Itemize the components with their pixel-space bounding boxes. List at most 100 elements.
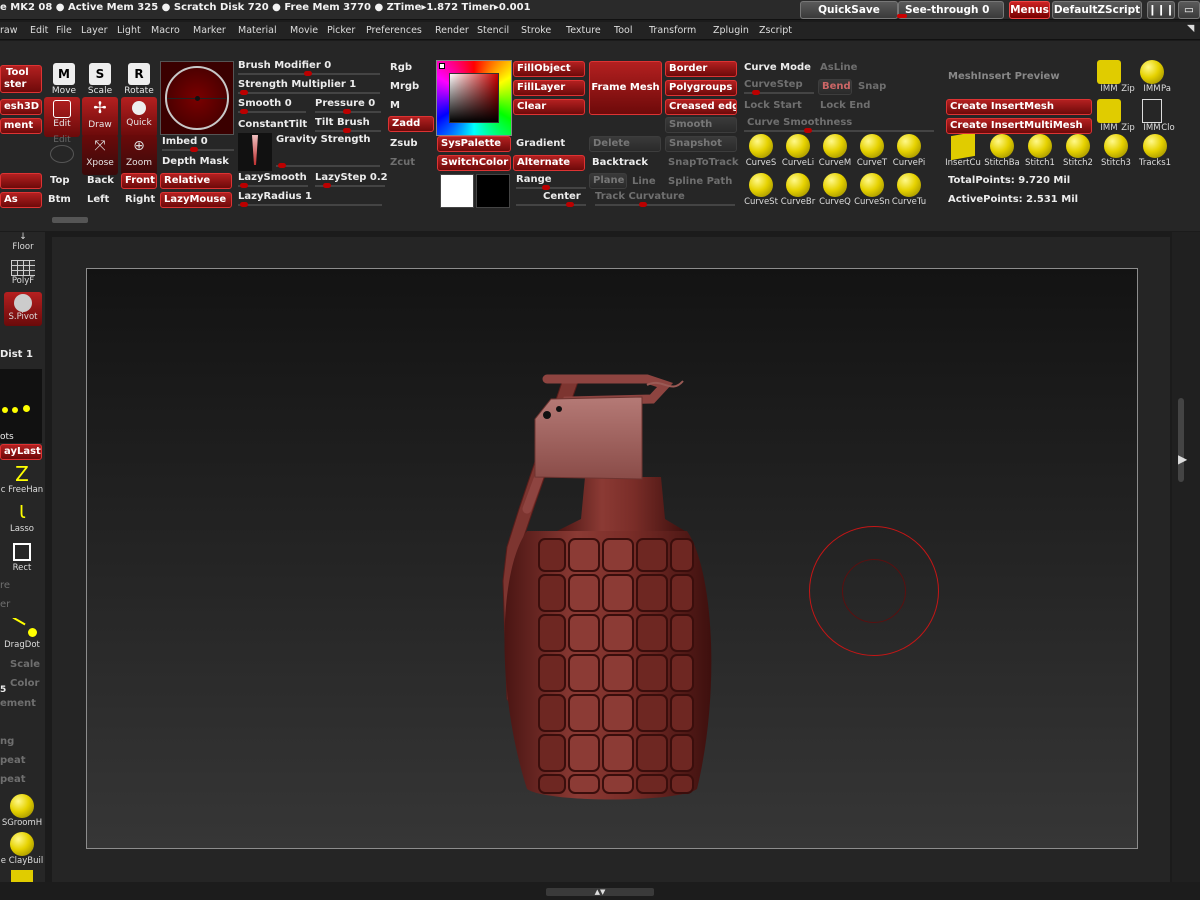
- floor-button[interactable]: ↓ Floor: [2, 232, 44, 252]
- lazyradius-slider[interactable]: LazyRadius 1: [238, 191, 312, 202]
- line-toggle[interactable]: Line: [632, 176, 656, 187]
- syspalette-button[interactable]: SysPalette: [437, 136, 511, 152]
- strength-multiplier-slider[interactable]: Strength Multiplier 1: [238, 79, 356, 90]
- tool-button[interactable]: Tool ster: [0, 65, 42, 93]
- border-button[interactable]: Border: [665, 61, 737, 77]
- sgroomh-brush[interactable]: SGroomH: [0, 794, 44, 828]
- brush-preview[interactable]: [160, 61, 234, 135]
- left-color-label[interactable]: Color: [10, 678, 39, 689]
- left-ng-label[interactable]: ng: [0, 736, 14, 747]
- menu-macro[interactable]: Macro: [151, 25, 180, 36]
- menus-button[interactable]: Menus: [1009, 1, 1050, 19]
- zsub-toggle[interactable]: Zsub: [390, 138, 417, 149]
- curve-brush-2[interactable]: CurveLi: [780, 134, 816, 168]
- quicksave-button[interactable]: QuickSave: [800, 1, 898, 19]
- curve-brush-4[interactable]: CurveT: [854, 134, 890, 168]
- brush-modifier-slider[interactable]: Brush Modifier 0: [238, 60, 331, 71]
- curve-brush-6[interactable]: CurveSt: [743, 173, 779, 207]
- menu-edit[interactable]: Edit: [30, 25, 48, 36]
- expand-tray-arrow-icon[interactable]: ▶: [1178, 452, 1187, 466]
- asline-toggle[interactable]: AsLine: [820, 62, 857, 73]
- smooth-button[interactable]: Smooth: [665, 117, 737, 133]
- vertical-scrollbar[interactable]: [1178, 398, 1184, 482]
- stitch2-brush[interactable]: Stitch2: [1059, 134, 1097, 168]
- see-through-slider[interactable]: See-through 0: [898, 1, 1004, 19]
- curve-brush-5[interactable]: CurvePi: [891, 134, 927, 168]
- imm-brush-1[interactable]: IMM: [1095, 60, 1123, 94]
- color-picker-wheel[interactable]: [436, 60, 512, 136]
- backtrack-toggle[interactable]: Backtrack: [592, 157, 648, 168]
- curve-brush-3[interactable]: CurveM: [817, 134, 853, 168]
- constant-tilt-toggle[interactable]: ConstantTilt: [238, 119, 307, 130]
- rect-stroke[interactable]: Rect: [0, 541, 44, 573]
- imbed-slider[interactable]: Imbed 0: [162, 136, 208, 147]
- imm-zip-1[interactable]: Zip: [1120, 84, 1136, 94]
- track-curvature-slider[interactable]: Track Curvature: [595, 191, 685, 202]
- snap-to-track-toggle[interactable]: SnapToTrack: [668, 157, 739, 168]
- left-red-button-1[interactable]: [0, 173, 42, 189]
- view-btm[interactable]: Btm: [48, 194, 71, 205]
- spline-path-toggle[interactable]: Spline Path: [668, 176, 732, 187]
- create-insertmultimesh-button[interactable]: Create InsertMultiMesh: [946, 118, 1092, 134]
- lock-start-toggle[interactable]: Lock Start: [744, 100, 802, 111]
- gravity-strength-slider[interactable]: Gravity Strength: [276, 134, 371, 145]
- menu-render[interactable]: Render: [435, 25, 469, 36]
- menu-stencil[interactable]: Stencil: [477, 25, 509, 36]
- quick-button[interactable]: Quick: [121, 97, 157, 137]
- claylast-button[interactable]: ayLast: [0, 444, 42, 460]
- curvestep-track[interactable]: [744, 90, 814, 95]
- curve-smoothness-slider[interactable]: Curve Smoothness: [747, 117, 852, 128]
- zoom-button[interactable]: ⊕ Zoom: [121, 135, 157, 175]
- spivot-button[interactable]: S.Pivot: [4, 292, 42, 326]
- dragdot-stroke[interactable]: DragDot: [0, 618, 44, 650]
- lazysmooth-slider[interactable]: LazySmooth: [238, 172, 307, 183]
- depth-mask-toggle[interactable]: Depth Mask: [162, 156, 229, 167]
- edit-gizmo-button[interactable]: Edit: [44, 135, 80, 175]
- claybuild-brush[interactable]: e ClayBuil: [0, 832, 44, 866]
- menu-layer[interactable]: Layer: [81, 25, 108, 36]
- edit-button[interactable]: Edit: [44, 97, 80, 137]
- view-left[interactable]: Left: [87, 194, 109, 205]
- main-color-swatch[interactable]: [440, 174, 474, 208]
- mrgb-toggle[interactable]: Mrgb: [390, 81, 419, 92]
- ment-button[interactable]: ment: [0, 118, 42, 134]
- menu-marker[interactable]: Marker: [193, 25, 226, 36]
- stitch-base-brush[interactable]: StitchBa: [983, 134, 1021, 168]
- pressure-track[interactable]: [315, 109, 381, 114]
- menu-zplugin[interactable]: Zplugin: [713, 25, 749, 36]
- color-picker-square[interactable]: [449, 73, 499, 123]
- curve-smoothness-track[interactable]: [744, 128, 934, 133]
- strength-multiplier-track[interactable]: [238, 90, 380, 95]
- see-through-knob[interactable]: [897, 14, 907, 18]
- filllayer-button[interactable]: FillLayer: [513, 80, 585, 96]
- xpose-button[interactable]: ⤧ Xpose: [82, 135, 118, 175]
- freehand-stroke[interactable]: Zc FreeHan: [0, 463, 44, 495]
- menu-texture[interactable]: Texture: [566, 25, 601, 36]
- window-controls-icon[interactable]: ▭: [1178, 1, 1200, 19]
- menu-transform[interactable]: Transform: [649, 25, 696, 36]
- tracks1-brush[interactable]: Tracks1: [1135, 134, 1175, 168]
- polyf-button[interactable]: PolyF: [2, 260, 44, 286]
- grenade-model[interactable]: [87, 269, 1139, 850]
- menu-picker[interactable]: Picker: [327, 25, 355, 36]
- menu-zscript[interactable]: Zscript: [759, 25, 792, 36]
- bottom-tray-toggle-icon[interactable]: ▲▼: [546, 888, 654, 896]
- tilt-brush-track[interactable]: [315, 128, 381, 133]
- creased-edges-button[interactable]: Creased edg: [665, 99, 737, 115]
- smooth-slider[interactable]: Smooth 0: [238, 98, 292, 109]
- lazystep-track[interactable]: [315, 183, 385, 188]
- view-back[interactable]: Back: [87, 175, 114, 186]
- imm-brush-3[interactable]: IMM: [1095, 99, 1123, 133]
- menu-light[interactable]: Light: [117, 25, 141, 36]
- curve-brush-10[interactable]: CurveTu: [891, 173, 927, 207]
- dist-slider[interactable]: Dist 1: [0, 349, 33, 360]
- polygroups-button[interactable]: Polygroups: [665, 80, 737, 96]
- range-slider[interactable]: Range: [516, 174, 552, 185]
- imbed-track[interactable]: [162, 147, 234, 152]
- curve-brush-1[interactable]: CurveS: [743, 134, 779, 168]
- zcut-toggle[interactable]: Zcut: [390, 157, 415, 168]
- layout-toggle-icon[interactable]: ❙❙❙: [1147, 1, 1175, 19]
- range-track[interactable]: [516, 185, 586, 190]
- stitch3-brush[interactable]: Stitch3: [1097, 134, 1135, 168]
- alternate-button[interactable]: Alternate: [513, 155, 585, 171]
